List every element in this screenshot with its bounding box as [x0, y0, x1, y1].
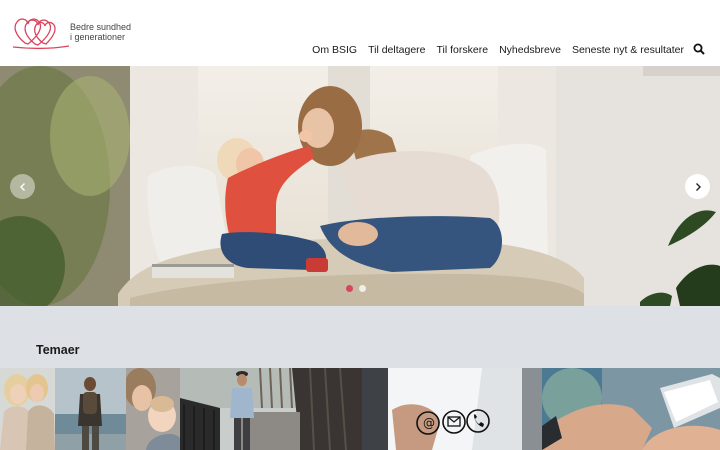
site-header: Bedre sundhed i generationer Om BSIG Til…	[0, 0, 720, 66]
theme-tile-3[interactable]	[126, 368, 180, 450]
nav-item-til-forskere[interactable]: Til forskere	[437, 44, 489, 56]
carousel-dot-2[interactable]	[359, 285, 366, 292]
nav-item-til-deltagere[interactable]: Til deltagere	[368, 44, 425, 56]
chevron-right-icon	[695, 182, 701, 191]
main-nav: Om BSIG Til deltagere Til forskere Nyhed…	[301, 44, 684, 56]
themes-title: Temaer	[36, 343, 80, 357]
carousel-indicators	[346, 285, 366, 292]
at-icon: @	[423, 416, 435, 430]
logo-text: Bedre sundhed i generationer	[70, 22, 131, 42]
page: Bedre sundhed i generationer Om BSIG Til…	[0, 0, 720, 450]
site-logo[interactable]: Bedre sundhed i generationer	[11, 13, 141, 53]
themes-section: Temaer @	[0, 306, 720, 450]
hearts-logo-icon	[12, 18, 70, 50]
nav-item-om-bsig[interactable]: Om BSIG	[312, 44, 357, 56]
search-icon[interactable]	[693, 43, 705, 55]
hero-carousel	[0, 66, 720, 306]
theme-tile-6[interactable]	[542, 368, 720, 450]
theme-tiles: @	[0, 368, 720, 450]
nav-item-seneste-nyt[interactable]: Seneste nyt & resultater	[572, 44, 684, 56]
carousel-prev-button[interactable]	[10, 174, 35, 199]
chevron-left-icon	[19, 182, 25, 191]
theme-tile-1[interactable]	[0, 368, 55, 450]
nav-item-nyhedsbreve[interactable]: Nyhedsbreve	[499, 44, 561, 56]
theme-tile-4[interactable]	[180, 368, 362, 450]
carousel-next-button[interactable]	[685, 174, 710, 199]
logo-line-2: i generationer	[70, 32, 126, 42]
carousel-dot-1[interactable]	[346, 285, 353, 292]
theme-tile-2[interactable]	[55, 368, 126, 450]
logo-line-1: Bedre sundhed	[70, 22, 132, 32]
theme-tile-5[interactable]: @	[362, 368, 542, 450]
hero-image	[0, 66, 720, 306]
